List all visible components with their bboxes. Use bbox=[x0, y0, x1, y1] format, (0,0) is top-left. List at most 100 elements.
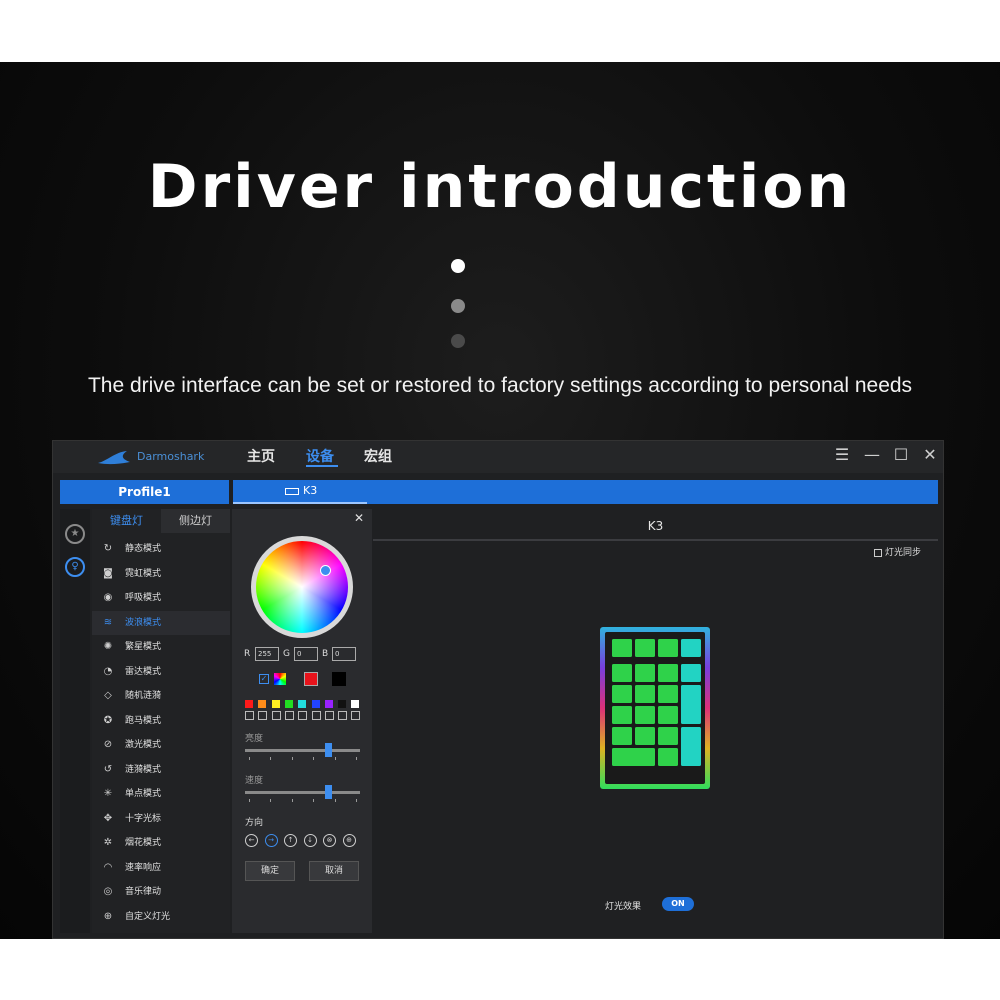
mode-item[interactable]: ⊕ 自定义灯光 bbox=[92, 905, 230, 929]
speed-slider-thumb[interactable] bbox=[324, 785, 332, 799]
mode-item[interactable]: ◇ 随机涟漪 bbox=[92, 684, 230, 708]
mode-item[interactable]: ◙ 霓虹模式 bbox=[92, 562, 230, 586]
keyboard-icon bbox=[285, 487, 299, 495]
mode-item[interactable]: ✲ 烟花模式 bbox=[92, 831, 230, 855]
keypad-key bbox=[635, 727, 655, 745]
tab-keyboard-light[interactable]: 键盘灯 bbox=[92, 509, 161, 533]
r-input[interactable]: 255 bbox=[255, 647, 279, 661]
minimize-icon[interactable]: — bbox=[862, 445, 882, 464]
confirm-button[interactable]: 确定 bbox=[245, 861, 295, 881]
mode-label: 音乐律动 bbox=[125, 887, 162, 897]
menu-icon[interactable]: ☰ bbox=[832, 445, 852, 464]
light-sync-checkbox[interactable]: 灯光同步 bbox=[874, 545, 921, 558]
close-panel-icon[interactable]: ✕ bbox=[354, 511, 364, 525]
shark-logo-icon bbox=[98, 451, 130, 465]
rainbow-icon[interactable] bbox=[274, 673, 286, 685]
black-color-swatch[interactable] bbox=[332, 672, 346, 686]
tab-side-light[interactable]: 侧边灯 bbox=[161, 509, 230, 533]
color-wheel-center bbox=[256, 541, 348, 633]
color-swatch[interactable] bbox=[258, 700, 267, 708]
mode-item[interactable]: ✪ 跑马模式 bbox=[92, 709, 230, 733]
mode-item[interactable]: ◉ 呼吸模式 bbox=[92, 586, 230, 610]
light-effect-label: 灯光效果 bbox=[605, 902, 642, 912]
grid-icon[interactable] bbox=[324, 711, 334, 720]
close-icon[interactable]: ✕ bbox=[920, 445, 940, 464]
direction-icon[interactable]: ⊗ bbox=[323, 834, 336, 847]
light-effect-toggle[interactable]: ON bbox=[662, 897, 694, 911]
keypad-key bbox=[612, 748, 655, 766]
mode-item[interactable]: ↻ 静态模式 bbox=[92, 537, 230, 561]
color-swatch[interactable] bbox=[338, 700, 347, 708]
slider-tick bbox=[270, 757, 272, 760]
color-wheel[interactable] bbox=[251, 536, 353, 638]
mode-item[interactable]: ◔ 雷达模式 bbox=[92, 660, 230, 684]
maximize-icon[interactable]: ☐ bbox=[891, 445, 911, 464]
direction-icon[interactable]: ⊕ bbox=[342, 834, 356, 847]
brightness-slider-thumb[interactable] bbox=[324, 743, 332, 757]
mode-icon: ✳ bbox=[103, 788, 113, 799]
keypad-key bbox=[612, 727, 632, 745]
speed-slider[interactable] bbox=[245, 791, 360, 794]
profile-button[interactable]: Profile1 bbox=[60, 480, 229, 504]
rainbow-checkbox[interactable]: ✓ bbox=[259, 674, 269, 684]
mode-item[interactable]: ↺ 涟漪模式 bbox=[92, 758, 230, 782]
grid-icon[interactable] bbox=[271, 711, 281, 720]
star-icon[interactable]: ★ bbox=[65, 524, 85, 544]
mode-icon: ✥ bbox=[103, 812, 113, 824]
brightness-slider[interactable] bbox=[245, 749, 360, 752]
mode-icon: ⊕ bbox=[103, 910, 113, 922]
slider-tick bbox=[291, 757, 293, 760]
direction-icon[interactable]: ↑ bbox=[284, 834, 297, 847]
brightness-label: 亮度 bbox=[245, 734, 264, 744]
cancel-button[interactable]: 取消 bbox=[309, 861, 359, 881]
b-input[interactable]: 0 bbox=[332, 647, 356, 661]
mode-item[interactable]: ✳ 单点模式 bbox=[92, 782, 230, 806]
slider-tick bbox=[249, 799, 250, 802]
color-swatch[interactable] bbox=[245, 700, 253, 708]
keypad-key bbox=[612, 706, 632, 724]
grid-icon[interactable] bbox=[351, 711, 361, 720]
carousel-dot bbox=[451, 334, 465, 348]
direction-icon[interactable]: ← bbox=[245, 834, 258, 847]
device-tab-k3[interactable]: K3 bbox=[233, 480, 367, 504]
mode-item[interactable]: ✥ 十字光标 bbox=[92, 807, 230, 831]
grid-icon[interactable] bbox=[284, 711, 294, 720]
color-swatch[interactable] bbox=[271, 700, 280, 708]
mode-item[interactable]: ◠ 速率响应 bbox=[92, 856, 230, 880]
mode-item[interactable]: ✺ 繁星模式 bbox=[92, 635, 230, 659]
grid-icon[interactable] bbox=[311, 711, 321, 720]
selected-color-swatch[interactable] bbox=[304, 672, 318, 686]
mode-icon: ◠ bbox=[103, 861, 113, 873]
mode-label: 跑马模式 bbox=[125, 715, 162, 726]
mode-icon: ✲ bbox=[103, 837, 113, 848]
color-swatch[interactable] bbox=[324, 700, 333, 708]
g-input[interactable]: 0 bbox=[294, 647, 318, 661]
slider-tick bbox=[313, 799, 315, 802]
slider-tick bbox=[249, 757, 250, 760]
color-swatch[interactable] bbox=[298, 700, 307, 708]
grid-icon[interactable] bbox=[338, 711, 348, 720]
grid-icon[interactable] bbox=[298, 711, 308, 720]
direction-icon[interactable]: ↓ bbox=[303, 834, 317, 847]
title-bar: Darmoshark 主页 设备 宏组 ☰ — ☐ ✕ bbox=[53, 441, 943, 473]
mode-item[interactable]: ◎ 音乐律动 bbox=[92, 880, 230, 904]
direction-icon[interactable]: → bbox=[264, 834, 278, 847]
grid-icon[interactable] bbox=[245, 711, 254, 720]
nav-home[interactable]: 主页 bbox=[247, 446, 275, 466]
color-wheel-handle[interactable] bbox=[320, 565, 331, 576]
mode-label: 波浪模式 bbox=[125, 617, 162, 628]
lightbulb-icon[interactable]: ♀ bbox=[65, 557, 85, 577]
keypad-key bbox=[658, 639, 678, 657]
nav-macro[interactable]: 宏组 bbox=[364, 446, 392, 466]
keypad-key bbox=[658, 664, 678, 682]
slider-tick bbox=[313, 757, 315, 760]
color-swatch[interactable] bbox=[284, 700, 293, 708]
color-swatch[interactable] bbox=[311, 700, 320, 708]
keypad-key bbox=[635, 664, 655, 682]
mode-item[interactable]: ≋ 波浪模式 bbox=[92, 610, 230, 635]
grid-icon[interactable] bbox=[258, 711, 268, 720]
nav-device[interactable]: 设备 bbox=[306, 446, 334, 466]
color-swatch[interactable] bbox=[351, 700, 360, 708]
mode-item[interactable]: ⊘ 激光模式 bbox=[92, 733, 230, 757]
mode-label: 自定义灯光 bbox=[125, 911, 171, 922]
